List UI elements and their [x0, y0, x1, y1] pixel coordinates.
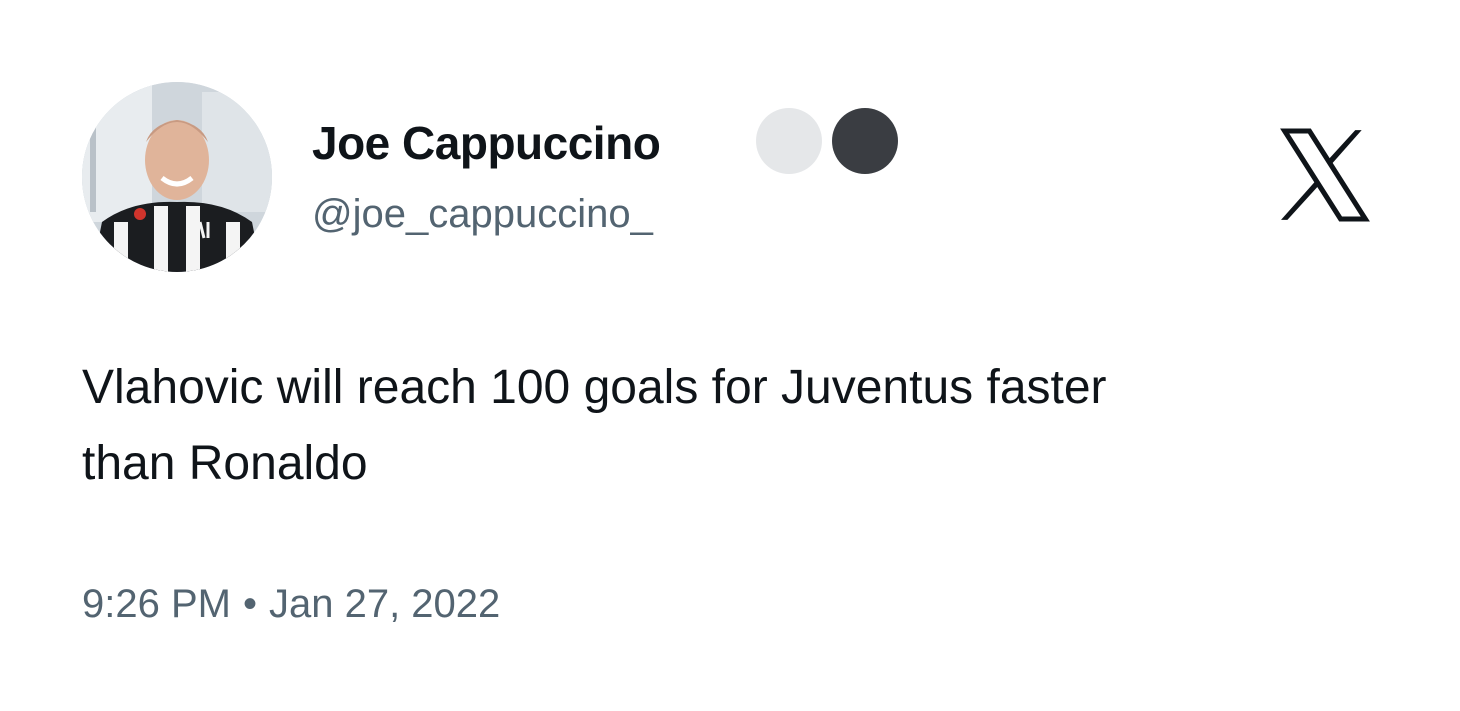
profile-photo-icon: [82, 82, 272, 272]
display-name[interactable]: Joe Cappuccino: [312, 112, 661, 174]
avatar[interactable]: [82, 82, 272, 272]
tweet-time: 9:26 PM: [82, 582, 231, 626]
tweet-date: Jan 27, 2022: [268, 582, 501, 626]
tweet-text: Vlahovic will reach 100 goals for Juvent…: [82, 361, 1107, 490]
light-circle-badge-icon: [756, 108, 822, 174]
dark-circle-badge-icon: [832, 108, 898, 174]
meta-separator: •: [242, 582, 257, 626]
tweet-card: Joe Cappuccino @joe_cappuccino_ Vlahovic…: [0, 0, 1460, 711]
user-handle[interactable]: @joe_cappuccino_: [312, 186, 653, 242]
x-logo-icon[interactable]: [1270, 120, 1380, 230]
name-badges: [756, 108, 898, 174]
tweet-timestamp[interactable]: 9:26 PM • Jan 27, 2022: [82, 574, 500, 634]
